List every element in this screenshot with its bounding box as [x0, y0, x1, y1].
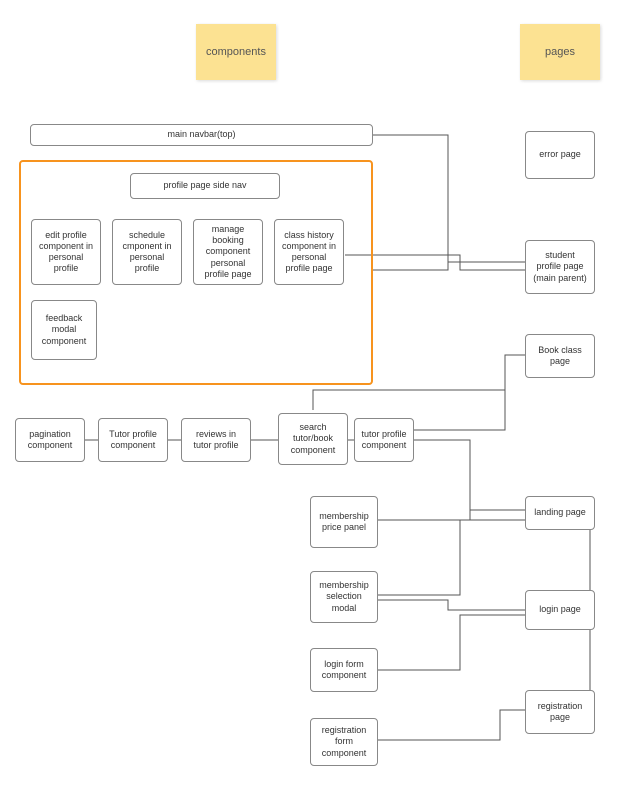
- box-membership-modal: membership selection modal: [310, 571, 378, 623]
- box-schedule: schedule cmponent in personal profile: [112, 219, 182, 285]
- box-search-tutor: search tutor/book component: [278, 413, 348, 465]
- box-edit-profile: edit profile component in personal profi…: [31, 219, 101, 285]
- box-manage-booking: manage booking component personal profil…: [193, 219, 263, 285]
- box-reviews-tutor: reviews in tutor profile: [181, 418, 251, 462]
- box-pagination: pagination component: [15, 418, 85, 462]
- box-login-page: login page: [525, 590, 595, 630]
- edge-price-landing: [378, 510, 525, 520]
- edge-modal-landing: [378, 520, 525, 595]
- box-class-history: class history component in personal prof…: [274, 219, 344, 285]
- box-login-form: login form component: [310, 648, 378, 692]
- edge-modal-login: [378, 600, 525, 610]
- box-membership-price: membership price panel: [310, 496, 378, 548]
- sticky-pages: pages: [520, 24, 600, 80]
- box-tutor-profile-2: tutor profile component: [354, 418, 414, 462]
- edge-loginform-login: [378, 615, 525, 670]
- sticky-components: components: [196, 24, 276, 80]
- box-error-page: error page: [525, 131, 595, 179]
- edge-regform-reg: [378, 710, 525, 740]
- box-registration-page: registration page: [525, 690, 595, 734]
- box-feedback-modal: feedback modal component: [31, 300, 97, 360]
- edge-tutor2-book: [414, 355, 525, 430]
- edge-navbar-student: [373, 135, 525, 262]
- box-student-profile: student profile page (main parent): [525, 240, 595, 294]
- edge-tutor2-landing: [414, 440, 525, 510]
- edge-group-student: [373, 262, 525, 270]
- box-tutor-profile-1: Tutor profile component: [98, 418, 168, 462]
- box-book-class: Book class page: [525, 334, 595, 378]
- box-landing-page: landing page: [525, 496, 595, 530]
- box-profile-side-nav: profile page side nav: [130, 173, 280, 199]
- box-main-navbar: main navbar(top): [30, 124, 373, 146]
- box-registration-form: registration form component: [310, 718, 378, 766]
